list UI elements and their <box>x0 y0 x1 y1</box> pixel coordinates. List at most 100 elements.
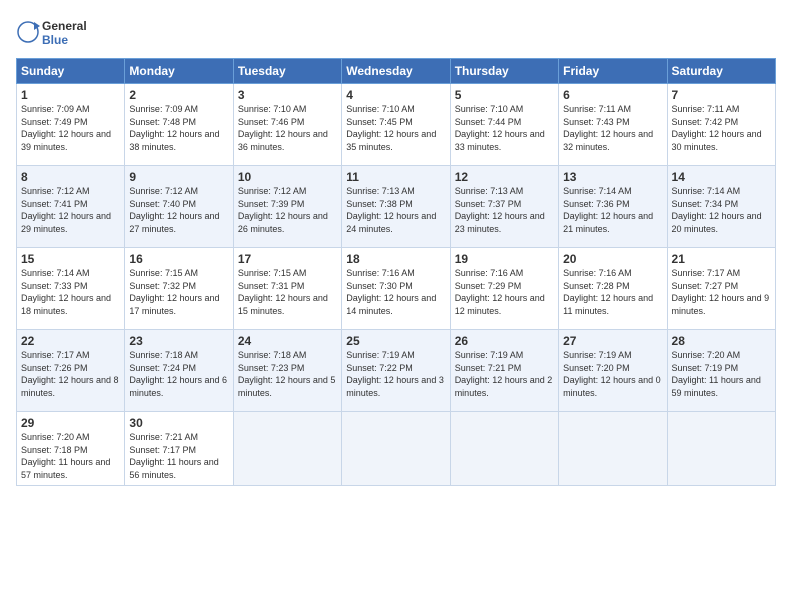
day-number: 6 <box>563 88 662 102</box>
week-row-3: 22Sunrise: 7:17 AM Sunset: 7:26 PM Dayli… <box>17 330 776 412</box>
logo: GeneralBlue <box>16 16 96 48</box>
week-row-1: 8Sunrise: 7:12 AM Sunset: 7:41 PM Daylig… <box>17 166 776 248</box>
day-info: Sunrise: 7:20 AM Sunset: 7:19 PM Dayligh… <box>672 349 771 399</box>
day-info: Sunrise: 7:17 AM Sunset: 7:26 PM Dayligh… <box>21 349 120 399</box>
day-info: Sunrise: 7:18 AM Sunset: 7:24 PM Dayligh… <box>129 349 228 399</box>
day-number: 28 <box>672 334 771 348</box>
weekday-header-friday: Friday <box>559 59 667 84</box>
calendar-cell: 14Sunrise: 7:14 AM Sunset: 7:34 PM Dayli… <box>667 166 775 248</box>
calendar-cell: 12Sunrise: 7:13 AM Sunset: 7:37 PM Dayli… <box>450 166 558 248</box>
calendar-cell: 19Sunrise: 7:16 AM Sunset: 7:29 PM Dayli… <box>450 248 558 330</box>
calendar-cell: 5Sunrise: 7:10 AM Sunset: 7:44 PM Daylig… <box>450 84 558 166</box>
calendar-cell: 4Sunrise: 7:10 AM Sunset: 7:45 PM Daylig… <box>342 84 450 166</box>
day-info: Sunrise: 7:14 AM Sunset: 7:34 PM Dayligh… <box>672 185 771 235</box>
day-number: 18 <box>346 252 445 266</box>
day-number: 5 <box>455 88 554 102</box>
day-info: Sunrise: 7:19 AM Sunset: 7:21 PM Dayligh… <box>455 349 554 399</box>
week-row-2: 15Sunrise: 7:14 AM Sunset: 7:33 PM Dayli… <box>17 248 776 330</box>
day-info: Sunrise: 7:11 AM Sunset: 7:43 PM Dayligh… <box>563 103 662 153</box>
day-number: 15 <box>21 252 120 266</box>
day-info: Sunrise: 7:10 AM Sunset: 7:45 PM Dayligh… <box>346 103 445 153</box>
calendar-cell: 24Sunrise: 7:18 AM Sunset: 7:23 PM Dayli… <box>233 330 341 412</box>
day-info: Sunrise: 7:18 AM Sunset: 7:23 PM Dayligh… <box>238 349 337 399</box>
calendar-cell: 15Sunrise: 7:14 AM Sunset: 7:33 PM Dayli… <box>17 248 125 330</box>
calendar-cell: 1Sunrise: 7:09 AM Sunset: 7:49 PM Daylig… <box>17 84 125 166</box>
svg-text:Blue: Blue <box>42 33 68 47</box>
day-info: Sunrise: 7:09 AM Sunset: 7:48 PM Dayligh… <box>129 103 228 153</box>
calendar-cell: 28Sunrise: 7:20 AM Sunset: 7:19 PM Dayli… <box>667 330 775 412</box>
day-info: Sunrise: 7:12 AM Sunset: 7:40 PM Dayligh… <box>129 185 228 235</box>
calendar-cell <box>667 412 775 486</box>
calendar-cell <box>342 412 450 486</box>
day-number: 2 <box>129 88 228 102</box>
day-number: 11 <box>346 170 445 184</box>
svg-text:General: General <box>42 19 87 33</box>
day-number: 14 <box>672 170 771 184</box>
weekday-header-monday: Monday <box>125 59 233 84</box>
day-number: 13 <box>563 170 662 184</box>
calendar-cell: 18Sunrise: 7:16 AM Sunset: 7:30 PM Dayli… <box>342 248 450 330</box>
weekday-header-thursday: Thursday <box>450 59 558 84</box>
day-number: 20 <box>563 252 662 266</box>
weekday-header-saturday: Saturday <box>667 59 775 84</box>
day-number: 27 <box>563 334 662 348</box>
day-number: 23 <box>129 334 228 348</box>
calendar-cell: 29Sunrise: 7:20 AM Sunset: 7:18 PM Dayli… <box>17 412 125 486</box>
calendar-cell: 17Sunrise: 7:15 AM Sunset: 7:31 PM Dayli… <box>233 248 341 330</box>
day-info: Sunrise: 7:15 AM Sunset: 7:32 PM Dayligh… <box>129 267 228 317</box>
day-number: 1 <box>21 88 120 102</box>
calendar-cell: 25Sunrise: 7:19 AM Sunset: 7:22 PM Dayli… <box>342 330 450 412</box>
day-number: 8 <box>21 170 120 184</box>
week-row-4: 29Sunrise: 7:20 AM Sunset: 7:18 PM Dayli… <box>17 412 776 486</box>
calendar-cell: 23Sunrise: 7:18 AM Sunset: 7:24 PM Dayli… <box>125 330 233 412</box>
calendar-cell: 22Sunrise: 7:17 AM Sunset: 7:26 PM Dayli… <box>17 330 125 412</box>
day-info: Sunrise: 7:11 AM Sunset: 7:42 PM Dayligh… <box>672 103 771 153</box>
day-number: 24 <box>238 334 337 348</box>
day-info: Sunrise: 7:13 AM Sunset: 7:37 PM Dayligh… <box>455 185 554 235</box>
day-number: 12 <box>455 170 554 184</box>
calendar-cell: 26Sunrise: 7:19 AM Sunset: 7:21 PM Dayli… <box>450 330 558 412</box>
day-info: Sunrise: 7:12 AM Sunset: 7:41 PM Dayligh… <box>21 185 120 235</box>
day-number: 22 <box>21 334 120 348</box>
weekday-header-wednesday: Wednesday <box>342 59 450 84</box>
day-info: Sunrise: 7:14 AM Sunset: 7:36 PM Dayligh… <box>563 185 662 235</box>
day-info: Sunrise: 7:19 AM Sunset: 7:22 PM Dayligh… <box>346 349 445 399</box>
calendar: SundayMondayTuesdayWednesdayThursdayFrid… <box>16 58 776 486</box>
day-info: Sunrise: 7:10 AM Sunset: 7:44 PM Dayligh… <box>455 103 554 153</box>
calendar-cell: 13Sunrise: 7:14 AM Sunset: 7:36 PM Dayli… <box>559 166 667 248</box>
header: GeneralBlue <box>16 16 776 48</box>
day-info: Sunrise: 7:20 AM Sunset: 7:18 PM Dayligh… <box>21 431 120 481</box>
day-number: 17 <box>238 252 337 266</box>
day-number: 30 <box>129 416 228 430</box>
day-number: 25 <box>346 334 445 348</box>
day-number: 10 <box>238 170 337 184</box>
day-info: Sunrise: 7:15 AM Sunset: 7:31 PM Dayligh… <box>238 267 337 317</box>
calendar-cell: 16Sunrise: 7:15 AM Sunset: 7:32 PM Dayli… <box>125 248 233 330</box>
day-number: 26 <box>455 334 554 348</box>
calendar-cell: 21Sunrise: 7:17 AM Sunset: 7:27 PM Dayli… <box>667 248 775 330</box>
day-number: 3 <box>238 88 337 102</box>
day-number: 4 <box>346 88 445 102</box>
day-info: Sunrise: 7:16 AM Sunset: 7:30 PM Dayligh… <box>346 267 445 317</box>
day-info: Sunrise: 7:16 AM Sunset: 7:28 PM Dayligh… <box>563 267 662 317</box>
day-number: 19 <box>455 252 554 266</box>
calendar-cell: 3Sunrise: 7:10 AM Sunset: 7:46 PM Daylig… <box>233 84 341 166</box>
day-info: Sunrise: 7:09 AM Sunset: 7:49 PM Dayligh… <box>21 103 120 153</box>
day-info: Sunrise: 7:12 AM Sunset: 7:39 PM Dayligh… <box>238 185 337 235</box>
day-info: Sunrise: 7:16 AM Sunset: 7:29 PM Dayligh… <box>455 267 554 317</box>
calendar-cell <box>450 412 558 486</box>
day-info: Sunrise: 7:13 AM Sunset: 7:38 PM Dayligh… <box>346 185 445 235</box>
calendar-cell: 10Sunrise: 7:12 AM Sunset: 7:39 PM Dayli… <box>233 166 341 248</box>
page: GeneralBlue SundayMondayTuesdayWednesday… <box>0 0 792 496</box>
weekday-header-row: SundayMondayTuesdayWednesdayThursdayFrid… <box>17 59 776 84</box>
calendar-cell: 20Sunrise: 7:16 AM Sunset: 7:28 PM Dayli… <box>559 248 667 330</box>
calendar-cell: 11Sunrise: 7:13 AM Sunset: 7:38 PM Dayli… <box>342 166 450 248</box>
calendar-cell <box>233 412 341 486</box>
calendar-cell: 2Sunrise: 7:09 AM Sunset: 7:48 PM Daylig… <box>125 84 233 166</box>
calendar-cell: 9Sunrise: 7:12 AM Sunset: 7:40 PM Daylig… <box>125 166 233 248</box>
day-number: 9 <box>129 170 228 184</box>
day-number: 29 <box>21 416 120 430</box>
day-info: Sunrise: 7:19 AM Sunset: 7:20 PM Dayligh… <box>563 349 662 399</box>
calendar-cell: 27Sunrise: 7:19 AM Sunset: 7:20 PM Dayli… <box>559 330 667 412</box>
weekday-header-tuesday: Tuesday <box>233 59 341 84</box>
